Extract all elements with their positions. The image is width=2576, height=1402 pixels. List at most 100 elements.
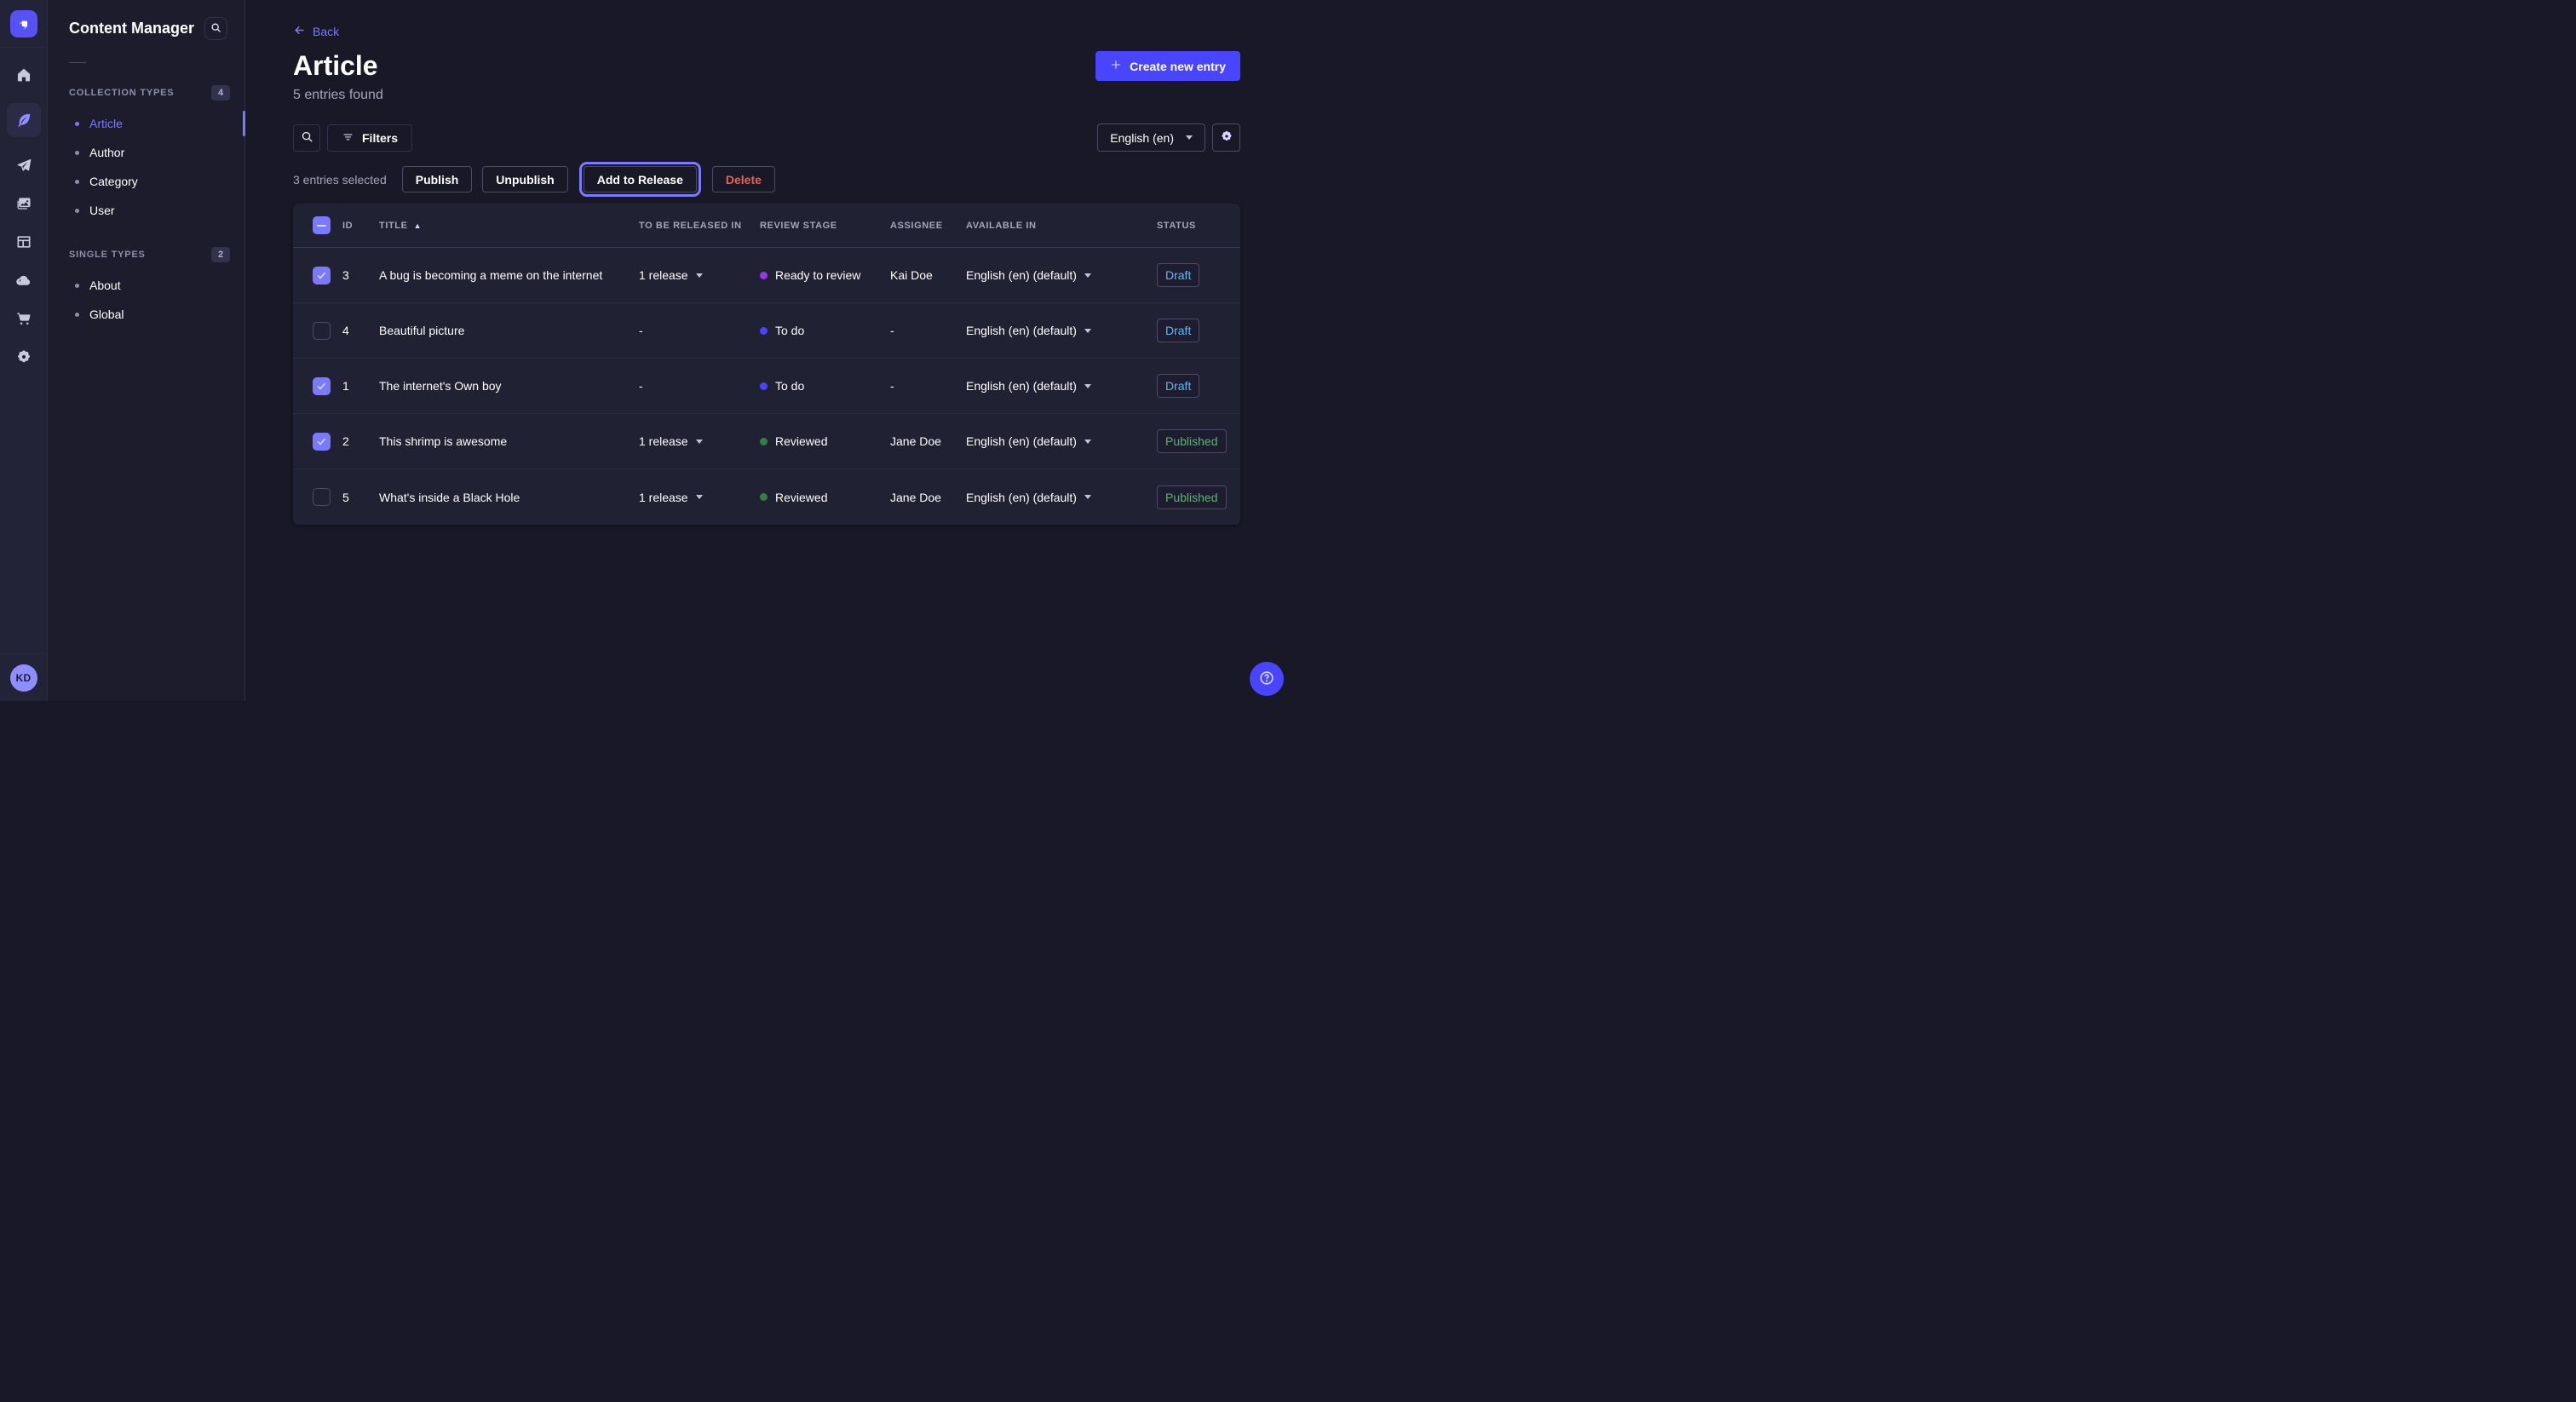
sort-asc-icon: ▲	[414, 221, 423, 230]
add-to-release-button[interactable]: Add to Release	[584, 166, 697, 192]
review-stage-label: Reviewed	[775, 491, 827, 504]
row-assignee: Jane Doe	[890, 434, 966, 448]
selected-entries-count: 3 entries selected	[293, 173, 387, 187]
column-header-title[interactable]: TITLE ▲	[379, 221, 639, 231]
row-release[interactable]: 1 release	[639, 434, 760, 448]
chevron-down-icon	[1186, 135, 1193, 140]
row-release[interactable]: 1 release	[639, 491, 760, 504]
sidebar-item-label: User	[89, 204, 115, 217]
sidebar-item-author[interactable]: Author	[48, 138, 244, 167]
row-status: Published	[1157, 486, 1230, 509]
main-content: Back Article 5 entries found Create new …	[245, 0, 1288, 701]
sidebar-item-category[interactable]: Category	[48, 167, 244, 196]
content-manager-subnav: Content Manager COLLECTION TYPES4Article…	[48, 0, 245, 701]
row-available-in[interactable]: English (en) (default)	[966, 324, 1157, 337]
row-status: Published	[1157, 429, 1230, 453]
row-title[interactable]: Beautiful picture	[379, 324, 639, 337]
row-title[interactable]: This shrimp is awesome	[379, 434, 639, 448]
content-type-builder-layout-icon[interactable]	[7, 232, 41, 252]
sidebar-item-about[interactable]: About	[48, 271, 244, 300]
media-library-images-icon[interactable]	[7, 193, 41, 214]
locale-value: English (en) (default)	[966, 324, 1077, 337]
marketplace-cart-icon[interactable]	[7, 308, 41, 329]
sidebar-item-article[interactable]: Article	[48, 109, 244, 138]
back-link[interactable]: Back	[293, 24, 339, 39]
row-id: 3	[342, 268, 379, 282]
row-review-stage: To do	[760, 379, 890, 393]
review-stage-label: Ready to review	[775, 268, 860, 282]
table-body: 3A bug is becoming a meme on the interne…	[293, 248, 1240, 525]
strapi-logo-icon[interactable]	[10, 10, 37, 37]
row-review-stage: Ready to review	[760, 268, 890, 282]
select-all-checkbox[interactable]	[313, 216, 331, 234]
search-icon	[301, 130, 313, 146]
filters-button[interactable]: Filters	[327, 124, 412, 152]
filter-icon	[342, 130, 354, 146]
sidebar-item-label: Article	[89, 117, 123, 130]
row-checkbox[interactable]	[313, 377, 331, 395]
column-header-id[interactable]: ID	[342, 221, 379, 231]
help-button[interactable]	[1250, 662, 1284, 696]
plus-icon	[1110, 59, 1122, 73]
content-manager-feather-icon[interactable]	[7, 103, 41, 137]
back-arrow-icon	[293, 24, 306, 39]
locale-value: English (en) (default)	[966, 379, 1077, 393]
settings-gear-icon[interactable]	[7, 347, 41, 367]
home-icon[interactable]	[7, 65, 41, 85]
table-row: 4Beautiful picture-To do-English (en) (d…	[293, 303, 1240, 359]
create-new-entry-button[interactable]: Create new entry	[1095, 51, 1240, 81]
bullet-icon	[75, 313, 79, 317]
avatar[interactable]: KD	[10, 664, 37, 692]
delete-button[interactable]: Delete	[712, 166, 775, 192]
row-title[interactable]: What's inside a Black Hole	[379, 491, 639, 504]
bullet-icon	[75, 151, 79, 155]
row-checkbox[interactable]	[313, 267, 331, 284]
subnav-search-button[interactable]	[204, 17, 227, 40]
row-release[interactable]: 1 release	[639, 268, 760, 282]
row-available-in[interactable]: English (en) (default)	[966, 379, 1157, 393]
subnav-divider	[69, 62, 86, 63]
review-stage-dot-icon	[760, 438, 768, 445]
row-id: 1	[342, 379, 379, 393]
row-available-in[interactable]: English (en) (default)	[966, 434, 1157, 448]
releases-paper-plane-icon[interactable]	[7, 155, 41, 175]
subnav-sections: COLLECTION TYPES4ArticleAuthorCategoryUs…	[48, 85, 244, 329]
entries-count: 5 entries found	[293, 88, 383, 103]
release-value: 1 release	[639, 491, 688, 504]
section-label: SINGLE TYPES	[69, 250, 146, 260]
locale-value: English (en) (default)	[966, 434, 1077, 448]
sidebar-item-user[interactable]: User	[48, 196, 244, 225]
search-button[interactable]	[293, 124, 320, 152]
list-settings-button[interactable]	[1212, 124, 1240, 152]
chevron-down-icon	[1084, 384, 1091, 388]
deploy-cloud-icon[interactable]	[7, 270, 41, 290]
subnav-title: Content Manager	[69, 20, 194, 37]
sidebar-item-label: Global	[89, 307, 124, 321]
publish-button[interactable]: Publish	[402, 166, 473, 192]
locale-select[interactable]: English (en)	[1097, 124, 1205, 152]
unpublish-button[interactable]: Unpublish	[482, 166, 567, 192]
chevron-down-icon	[696, 273, 703, 278]
row-title[interactable]: The internet's Own boy	[379, 379, 639, 393]
chevron-down-icon	[1084, 440, 1091, 444]
row-title[interactable]: A bug is becoming a meme on the internet	[379, 268, 639, 282]
review-stage-label: To do	[775, 379, 804, 393]
table-row: 1The internet's Own boy-To do-English (e…	[293, 359, 1240, 414]
review-stage-dot-icon	[760, 327, 768, 335]
row-review-stage: Reviewed	[760, 434, 890, 448]
entries-table: ID TITLE ▲ TO BE RELEASED IN REVIEW STAG…	[293, 204, 1240, 525]
row-assignee: -	[890, 324, 966, 337]
status-badge: Draft	[1157, 374, 1199, 398]
column-header-assignee: ASSIGNEE	[890, 221, 966, 231]
row-checkbox[interactable]	[313, 433, 331, 451]
bullet-icon	[75, 284, 79, 288]
row-checkbox[interactable]	[313, 488, 331, 506]
row-assignee: Jane Doe	[890, 491, 966, 504]
sidebar-item-label: About	[89, 279, 121, 292]
status-badge: Published	[1157, 486, 1227, 509]
search-icon	[210, 22, 221, 36]
row-checkbox[interactable]	[313, 322, 331, 340]
row-available-in[interactable]: English (en) (default)	[966, 491, 1157, 504]
sidebar-item-global[interactable]: Global	[48, 300, 244, 329]
row-available-in[interactable]: English (en) (default)	[966, 268, 1157, 282]
